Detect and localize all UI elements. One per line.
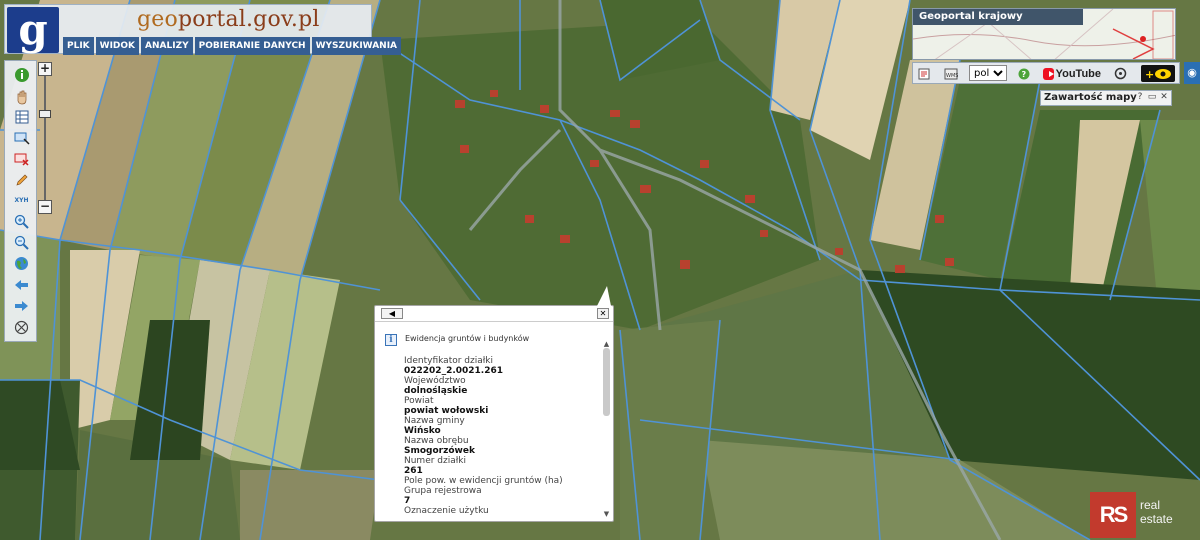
field-label: Pole pow. w ewidencji gruntów (ha) xyxy=(404,476,563,486)
info-icon: i xyxy=(385,334,397,346)
popup-pointer xyxy=(597,286,611,306)
field-label: Identyfikator działki xyxy=(404,356,494,366)
zoom-out-button[interactable]: − xyxy=(38,200,52,214)
crosshair-icon[interactable] xyxy=(12,318,31,337)
zoom-in-button[interactable]: + xyxy=(38,62,52,76)
map-contents-title: Zawartość mapy xyxy=(1044,92,1137,103)
field-label: Powiat xyxy=(404,396,434,406)
clear-selection-icon[interactable] xyxy=(12,149,31,168)
field-value: Smogorzówek xyxy=(404,446,475,456)
field-label: Nazwa gminy xyxy=(404,416,465,426)
site-title: geoportal.gov.pl xyxy=(137,7,320,32)
popup-scrollbar[interactable]: ▲ ▼ xyxy=(602,340,611,518)
field-value: Wińsko xyxy=(404,426,441,436)
menu-plik[interactable]: PLIK xyxy=(63,37,94,55)
right-toolbar: WMS pol ? YouTube + xyxy=(912,62,1180,84)
site-title-prefix: geo xyxy=(137,7,178,32)
watermark-line1: real xyxy=(1140,498,1161,512)
zoom-track[interactable] xyxy=(44,76,46,204)
field-label: Numer działki xyxy=(404,456,467,466)
logo-letter: g xyxy=(18,5,48,54)
watermark-line2: estate xyxy=(1140,512,1173,526)
field-label: Oznaczenie użytku xyxy=(404,506,489,516)
overview-title: Geoportal krajowy xyxy=(913,9,1083,25)
geoportal-logo[interactable]: g xyxy=(7,5,59,54)
overview-map[interactable]: Geoportal krajowy xyxy=(912,8,1176,60)
popup-topbar: ◀ ✕ xyxy=(375,306,613,322)
scroll-down-arrow[interactable]: ▼ xyxy=(602,510,611,518)
zoom-in-icon[interactable] xyxy=(12,212,31,231)
left-toolbar: XYH xyxy=(4,60,37,342)
menu-widok[interactable]: WIDOK xyxy=(95,37,140,55)
forward-arrow-icon[interactable] xyxy=(12,296,31,315)
field-value: 022202_2.0021.261 xyxy=(404,366,504,376)
back-arrow-icon[interactable] xyxy=(12,275,31,294)
accessibility-eye-icon[interactable]: + xyxy=(1141,65,1175,82)
parcel-info-popup: ◀ ✕ i Ewidencja gruntów i budynków Ident… xyxy=(374,286,614,522)
help-icon[interactable]: ? xyxy=(1017,65,1031,82)
zoom-out-icon[interactable] xyxy=(12,233,31,252)
contents-close-button[interactable]: ✕ xyxy=(1159,92,1169,103)
zoom-thumb[interactable] xyxy=(39,110,51,118)
main-menu: PLIK WIDOK ANALIZY POBIERANIE DANYCH WYS… xyxy=(63,37,402,55)
field-label: Województwo xyxy=(404,376,466,386)
field-value: 7 xyxy=(404,496,411,506)
watermark-text: real estate xyxy=(1140,498,1173,526)
field-value: dolnośląskie xyxy=(404,386,468,396)
svg-text:WMS: WMS xyxy=(946,73,958,79)
globe-full-extent-icon[interactable] xyxy=(12,254,31,273)
popup-back-button[interactable]: ◀ xyxy=(381,308,403,319)
menu-analizy[interactable]: ANALIZY xyxy=(141,37,193,55)
popup-close-button[interactable]: ✕ xyxy=(597,308,609,319)
svg-text:+: + xyxy=(1145,68,1154,81)
settings-wheel-icon[interactable] xyxy=(1113,65,1127,82)
real-estate-watermark: RS real estate xyxy=(1090,492,1188,538)
scroll-up-arrow[interactable]: ▲ xyxy=(602,340,611,348)
youtube-link[interactable]: YouTube xyxy=(1043,65,1101,82)
svg-text:?: ? xyxy=(1022,70,1027,79)
zoom-slider[interactable]: + − xyxy=(38,62,54,216)
popup-title: Ewidencja gruntów i budynków xyxy=(405,334,530,343)
watermark-logo-mark: RS xyxy=(1090,492,1136,538)
contents-help-button[interactable]: ? xyxy=(1135,92,1145,103)
youtube-label: YouTube xyxy=(1055,67,1101,80)
print-icon[interactable] xyxy=(917,65,931,82)
field-value: 261 xyxy=(404,466,423,476)
draw-pencil-icon[interactable] xyxy=(12,170,31,189)
table-icon[interactable] xyxy=(12,107,31,126)
field-label: Nazwa obrębu xyxy=(404,436,469,446)
menu-pobieranie-danych[interactable]: POBIERANIE DANYCH xyxy=(194,37,310,55)
scroll-thumb[interactable] xyxy=(603,348,610,416)
popup-body: Identyfikator działki 022202_2.0021.261 … xyxy=(404,356,600,518)
info-icon[interactable] xyxy=(12,65,31,84)
pan-hand-icon[interactable] xyxy=(12,87,31,106)
menu-wyszukiwania[interactable]: WYSZUKIWANIA xyxy=(311,37,402,55)
field-label: Grupa rejestrowa xyxy=(404,486,482,496)
contents-restore-button[interactable]: ▭ xyxy=(1147,92,1157,103)
language-select[interactable]: pol xyxy=(969,65,1007,81)
youtube-play-icon xyxy=(1043,67,1054,80)
view-eye-icon[interactable]: ◉ xyxy=(1184,62,1200,84)
coordinates-xy-icon[interactable]: XYH xyxy=(12,191,31,210)
map-contents-panel[interactable]: Zawartość mapy ? ▭ ✕ xyxy=(1040,90,1172,106)
field-value: powiat wołowski xyxy=(404,406,489,416)
select-rectangle-icon[interactable] xyxy=(12,128,31,147)
wms-icon[interactable]: WMS xyxy=(943,65,959,82)
app-header: g geoportal.gov.pl PLIK WIDOK ANALIZY PO… xyxy=(4,4,402,55)
site-title-main: portal.gov.pl xyxy=(177,7,320,32)
